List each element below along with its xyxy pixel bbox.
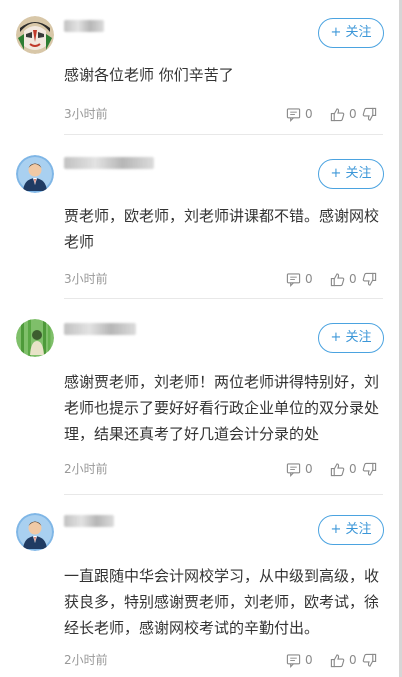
person-suit-avatar[interactable] (16, 513, 54, 551)
comment-item: + 关注 感谢贾老师，刘老师！两位老师讲得特别好，刘老师也提示了要好好看行政企业… (0, 299, 399, 495)
like-button[interactable]: 0 (330, 652, 357, 668)
like-count: 0 (349, 653, 357, 667)
thumbs-up-icon (330, 107, 345, 122)
comment-meta: 3小时前 0 0 (64, 106, 384, 122)
follow-button[interactable]: + 关注 (318, 515, 384, 545)
thumbs-up-icon (330, 272, 345, 287)
reply-count: 0 (305, 462, 313, 476)
comment-icon (286, 107, 301, 122)
bamboo-scene-avatar[interactable] (16, 319, 54, 357)
comment-text: 贾老师，欧老师，刘老师讲课都不错。感谢网校老师 (64, 207, 380, 251)
username-blurred[interactable] (64, 20, 104, 32)
thumbs-down-icon (362, 107, 377, 122)
username-blurred[interactable] (64, 157, 154, 169)
thumbs-up-icon (330, 462, 345, 477)
comment-meta: 2小时前 0 0 (64, 461, 384, 477)
comment-time: 2小时前 (64, 462, 108, 476)
comment-icon (286, 653, 301, 668)
reply-button[interactable]: 0 (286, 271, 313, 287)
like-button[interactable]: 0 (330, 271, 357, 287)
comment-item: + 关注 一直跟随中华会计网校学习，从中级到高级，收获良多，特别感谢贾老师，刘老… (0, 495, 399, 677)
follow-button[interactable]: + 关注 (318, 18, 384, 48)
thumbs-down-icon (362, 462, 377, 477)
dislike-button[interactable] (362, 461, 377, 477)
comment-time: 3小时前 (64, 107, 108, 121)
comment-time: 3小时前 (64, 272, 108, 286)
like-count: 0 (349, 462, 357, 476)
username-blurred[interactable] (64, 323, 136, 335)
like-count: 0 (349, 272, 357, 286)
reply-count: 0 (305, 653, 313, 667)
comment-time: 2小时前 (64, 653, 108, 667)
opera-mask-avatar[interactable] (16, 16, 54, 54)
dislike-button[interactable] (362, 106, 377, 122)
reply-button[interactable]: 0 (286, 652, 313, 668)
comment-item: + 关注 感谢各位老师 你们辛苦了 3小时前 0 0 (0, 0, 399, 135)
comment-text: 感谢各位老师 你们辛苦了 (64, 66, 234, 84)
comment-meta: 2小时前 0 0 (64, 652, 384, 668)
reply-button[interactable]: 0 (286, 461, 313, 477)
comment-meta: 3小时前 0 0 (64, 271, 384, 287)
comment-icon (286, 462, 301, 477)
reply-button[interactable]: 0 (286, 106, 313, 122)
comment-icon (286, 272, 301, 287)
person-suit-avatar[interactable] (16, 155, 54, 193)
like-count: 0 (349, 107, 357, 121)
username-blurred[interactable] (64, 515, 114, 527)
like-button[interactable]: 0 (330, 461, 357, 477)
dislike-button[interactable] (362, 271, 377, 287)
comment-text: 感谢贾老师，刘老师！两位老师讲得特别好，刘老师也提示了要好好看行政企业单位的双分… (64, 373, 380, 443)
reply-count: 0 (305, 107, 313, 121)
thumbs-up-icon (330, 653, 345, 668)
thumbs-down-icon (362, 653, 377, 668)
thumbs-down-icon (362, 272, 377, 287)
reply-count: 0 (305, 272, 313, 286)
dislike-button[interactable] (362, 652, 377, 668)
like-button[interactable]: 0 (330, 106, 357, 122)
comment-item: + 关注 贾老师，欧老师，刘老师讲课都不错。感谢网校老师 3小时前 0 0 (0, 135, 399, 299)
follow-button[interactable]: + 关注 (318, 159, 384, 189)
follow-button[interactable]: + 关注 (318, 323, 384, 353)
comment-text: 一直跟随中华会计网校学习，从中级到高级，收获良多，特别感谢贾老师，刘老师，欧考试… (64, 567, 380, 637)
